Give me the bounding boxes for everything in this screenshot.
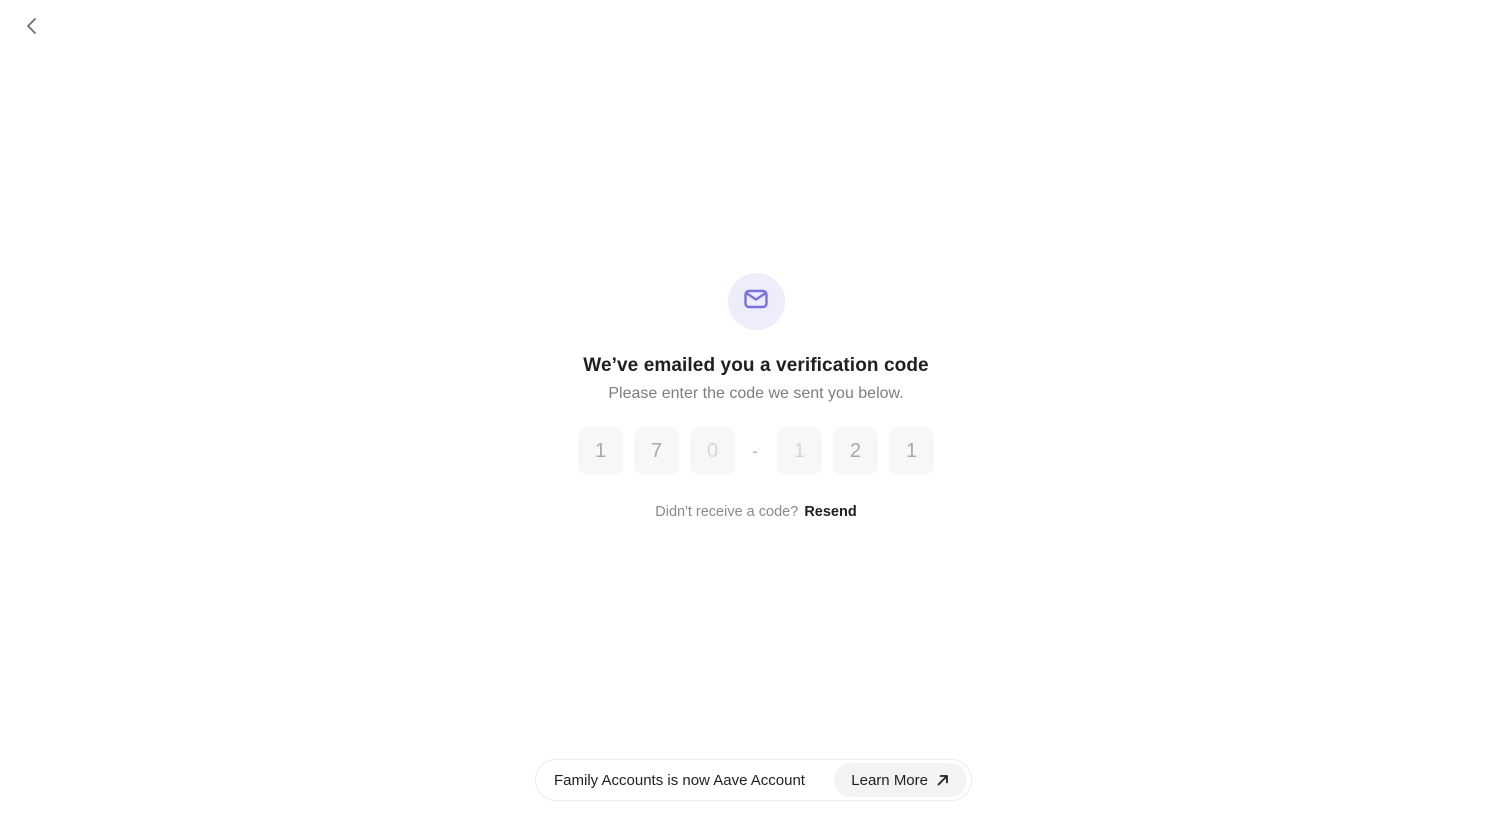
back-button[interactable] [20,16,44,40]
mail-badge [727,273,785,330]
verification-panel: We’ve emailed you a verification code Pl… [0,273,1512,520]
code-separator: - [752,440,758,461]
code-input-group: 1 7 0 - 1 2 1 [578,427,934,475]
resend-row: Didn't receive a code? Resend [655,504,856,520]
page-subtitle: Please enter the code we sent you below. [608,385,904,402]
verification-page: We’ve emailed you a verification code Pl… [0,0,1512,814]
code-digit-4[interactable]: 1 [777,427,822,475]
code-digit-2[interactable]: 7 [634,427,679,475]
code-digit-1[interactable]: 1 [578,427,623,475]
chevron-left-icon [22,16,42,41]
code-digit-3[interactable]: 0 [690,427,735,475]
code-digit-6[interactable]: 1 [889,427,934,475]
page-title: We’ve emailed you a verification code [583,355,929,376]
banner-text: Family Accounts is now Aave Account [554,771,805,789]
learn-more-button[interactable]: Learn More [834,763,967,797]
announcement-banner: Family Accounts is now Aave Account Lear… [535,759,972,801]
code-digit-5[interactable]: 2 [833,427,878,475]
resend-prompt: Didn't receive a code? [655,504,799,520]
arrow-up-right-icon [936,773,950,787]
learn-more-label: Learn More [851,771,928,789]
mail-icon [742,285,770,318]
resend-link[interactable]: Resend [804,504,856,520]
